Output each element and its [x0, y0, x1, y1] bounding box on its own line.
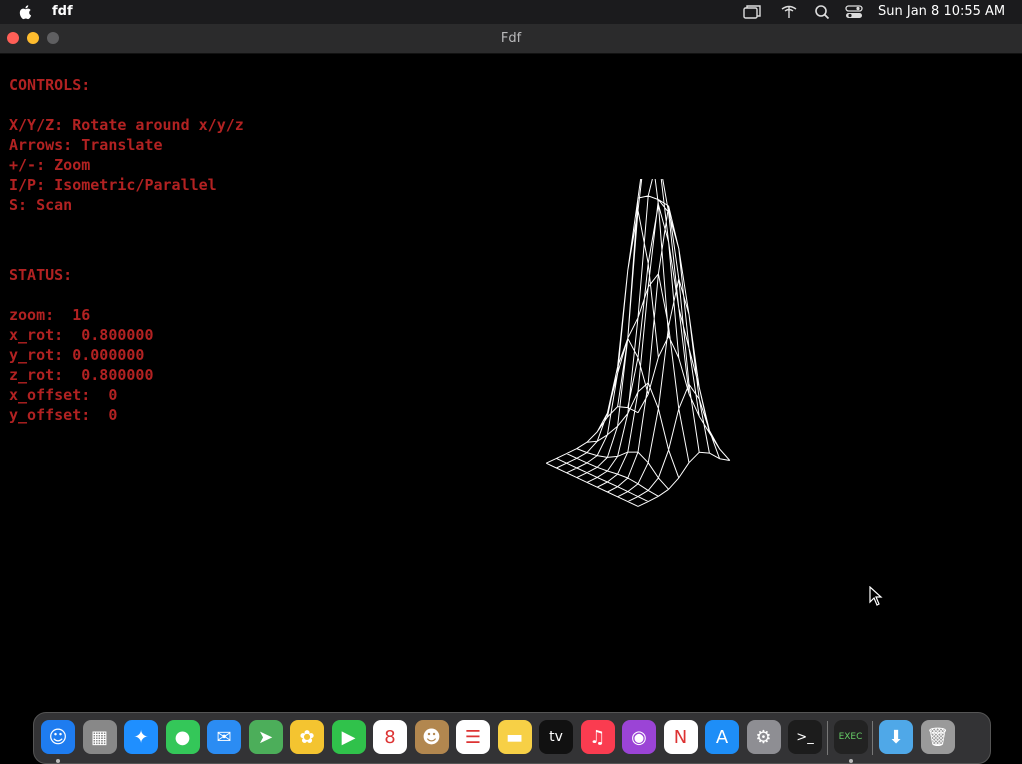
control-line-zoom: +/-: Zoom	[9, 156, 91, 174]
running-indicator	[56, 759, 60, 763]
photos-icon[interactable]: ✿	[290, 720, 324, 754]
finder-icon[interactable]: ☺	[41, 720, 75, 754]
mouse-cursor-icon	[869, 586, 883, 606]
maps-icon[interactable]: ➤	[248, 720, 283, 754]
status-z-rot: z_rot: 0.800000	[9, 366, 154, 384]
dock-separator	[872, 721, 873, 755]
trash-icon[interactable]: 🗑	[920, 720, 955, 754]
control-center-icon[interactable]	[845, 3, 863, 21]
control-line-rotate: X/Y/Z: Rotate around x/y/z	[9, 116, 244, 134]
status-zoom: zoom: 16	[9, 306, 91, 324]
window-title: Fdf	[500, 31, 522, 46]
notes-icon[interactable]: ▬	[497, 720, 532, 754]
control-line-translate: Arrows: Translate	[9, 136, 163, 154]
status-x-offset: x_offset: 0	[9, 386, 118, 404]
facetime-icon[interactable]: ▶	[331, 720, 366, 754]
launchpad-icon[interactable]: ▦	[82, 720, 117, 754]
control-line-scan: S: Scan	[9, 196, 73, 214]
app-store-icon[interactable]: A	[705, 720, 739, 754]
mail-icon[interactable]: ✉	[207, 720, 241, 754]
dock: ☺ ▦ ✦ ● ✉ ➤ ✿ ▶ 8 ☻ ☰ ▬ tv ♫ ◉ N A ⚙ >_ EXEC ⬇ 🗑	[33, 712, 991, 764]
reminders-icon[interactable]: ☰	[456, 720, 490, 754]
status-y-offset: y_offset: 0	[9, 406, 118, 424]
system-settings-icon[interactable]: ⚙	[746, 720, 781, 754]
status-x-rot: x_rot: 0.800000	[9, 326, 154, 344]
search-icon[interactable]	[814, 3, 830, 21]
messages-icon[interactable]: ●	[165, 720, 200, 754]
menu-bar: fdf Sun Jan 8 10:55 AM	[0, 0, 1022, 24]
wifi-icon[interactable]	[780, 3, 798, 21]
status-y-rot: y_rot: 0.000000	[9, 346, 145, 364]
window-title-bar[interactable]: Fdf	[0, 24, 1022, 54]
contacts-icon[interactable]: ☻	[414, 720, 449, 754]
dock-separator	[826, 721, 828, 755]
controls-heading: CONTROLS:	[9, 76, 91, 94]
wireframe-mesh	[545, 179, 731, 507]
calendar-icon[interactable]: 8	[373, 720, 407, 754]
running-indicator	[848, 759, 853, 763]
downloads-icon[interactable]: ⬇	[879, 720, 913, 754]
tv-icon[interactable]: tv	[539, 720, 573, 754]
music-icon[interactable]: ♫	[580, 720, 615, 754]
exec-icon[interactable]: EXEC	[833, 720, 868, 754]
app-menu-name[interactable]: fdf	[52, 4, 73, 19]
menu-clock[interactable]: Sun Jan 8 10:55 AM	[878, 4, 1005, 19]
news-icon[interactable]: N	[663, 720, 698, 754]
window-icon[interactable]	[742, 3, 762, 21]
fdf-canvas[interactable]: CONTROLS: X/Y/Z: Rotate around x/y/z Arr…	[0, 54, 1022, 710]
podcasts-icon[interactable]: ◉	[622, 720, 656, 754]
apple-logo-icon[interactable]	[17, 3, 35, 21]
safari-icon[interactable]: ✦	[124, 720, 158, 754]
status-heading: STATUS:	[9, 266, 73, 284]
mesh-lines	[545, 179, 731, 507]
control-line-projection: I/P: Isometric/Parallel	[9, 176, 217, 194]
terminal-icon[interactable]: >_	[788, 720, 822, 754]
